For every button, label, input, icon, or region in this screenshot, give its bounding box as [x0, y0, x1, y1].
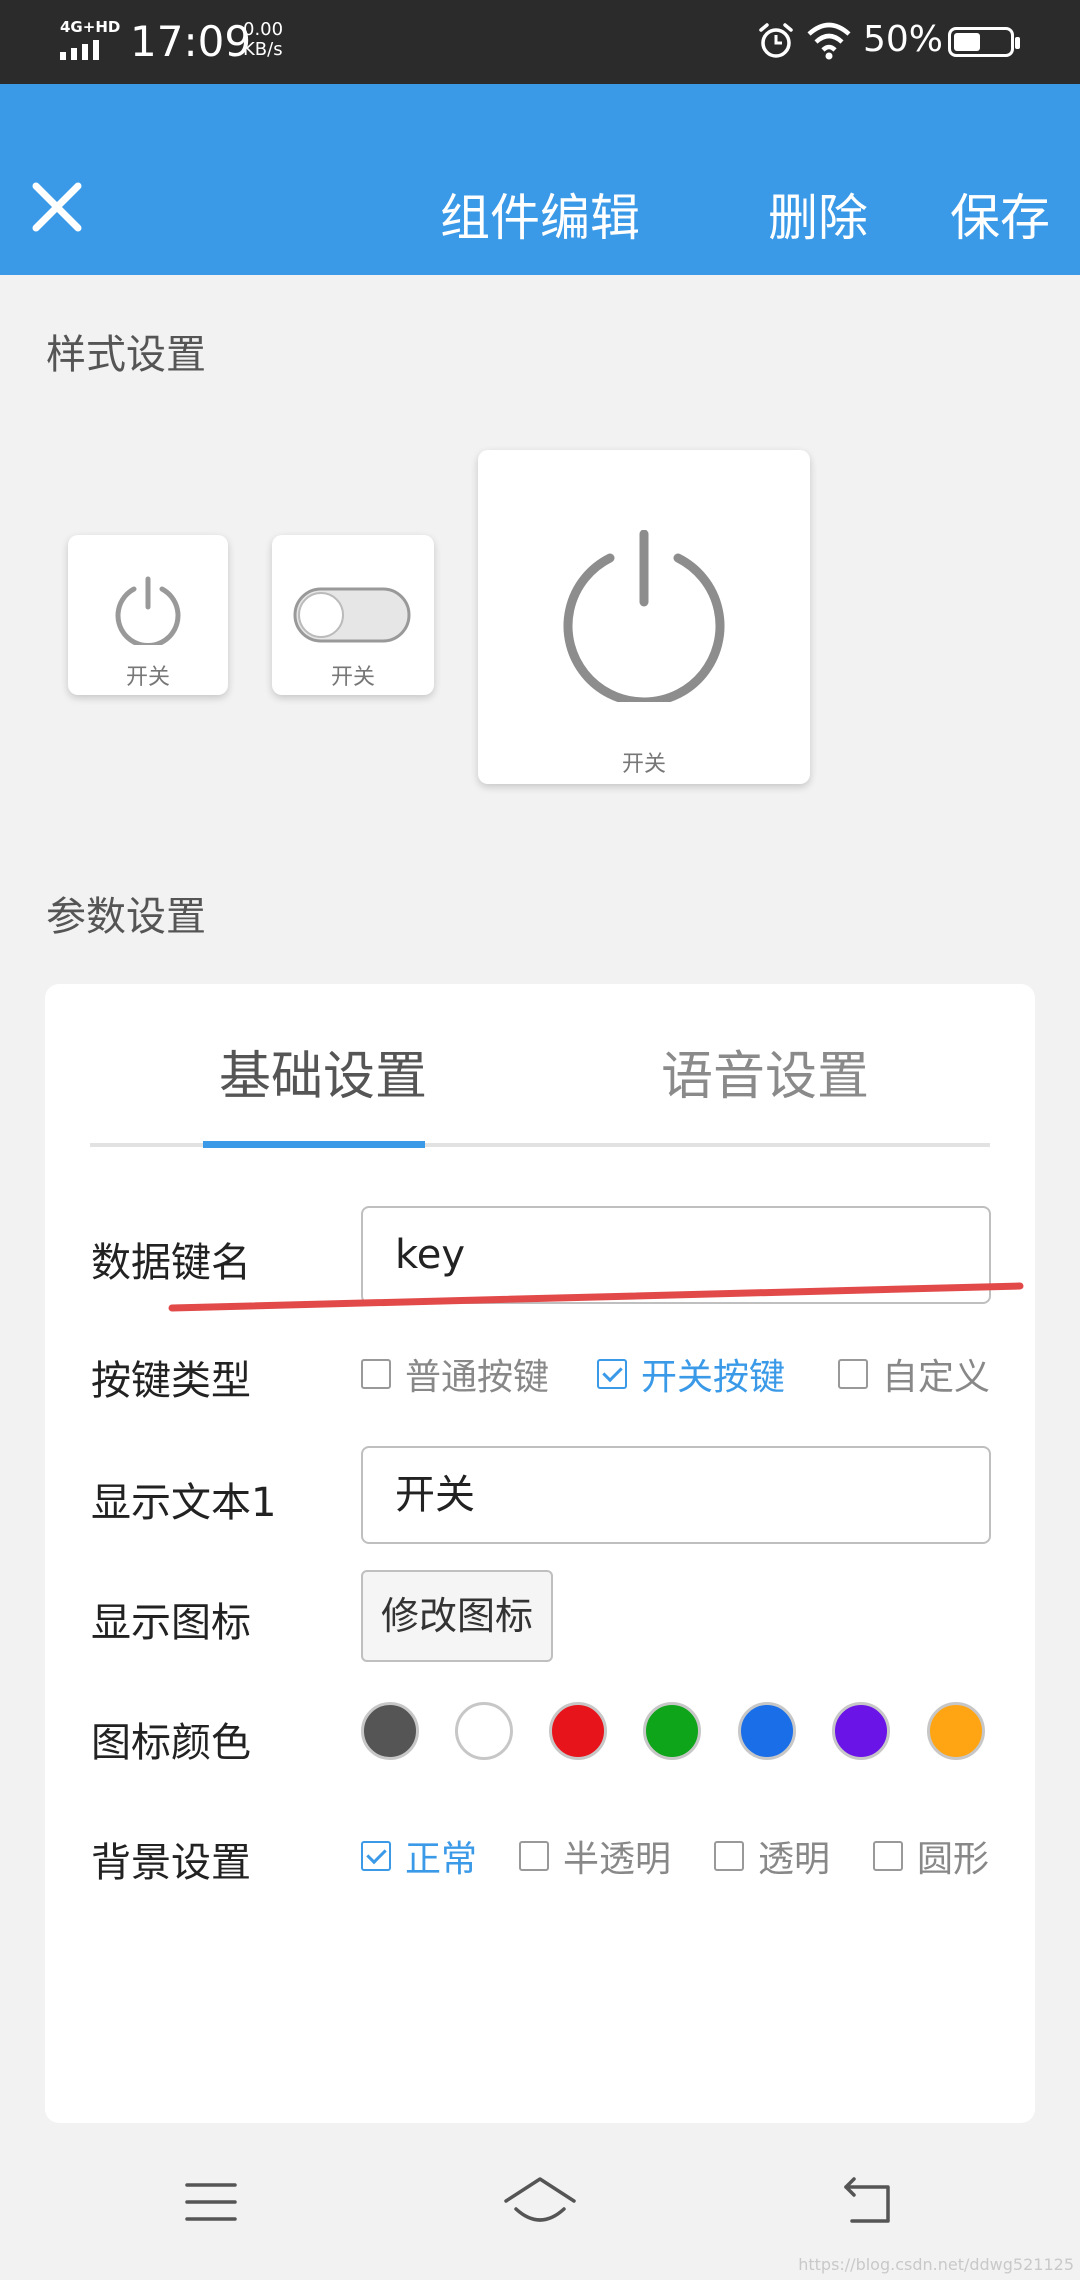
option-label: 正常	[405, 1839, 478, 1880]
color-swatch-white[interactable]	[455, 1702, 513, 1760]
option-label: 开关按键	[641, 1357, 786, 1398]
power-icon	[563, 530, 725, 702]
checkbox[interactable]	[714, 1841, 744, 1871]
style-option-caption: 开关	[330, 665, 375, 690]
network-speed: 0.00 KB/s	[243, 20, 283, 60]
color-swatch-blue[interactable]	[738, 1702, 796, 1760]
key-type-custom[interactable]: 自定义	[838, 1348, 990, 1400]
active-tab-indicator	[203, 1141, 425, 1148]
color-swatch-purple[interactable]	[832, 1702, 890, 1760]
param-panel: 基础设置 语音设置 数据键名 key 按键类型 普通按键 开关按键 自定义 显示…	[45, 984, 1035, 2123]
app-bar: 组件编辑 删除 保存	[0, 84, 1080, 275]
toggle-switch-icon	[293, 587, 411, 643]
display-text-input[interactable]: 开关	[361, 1446, 991, 1544]
style-option-toggle[interactable]: 开关	[272, 535, 434, 695]
option-label: 透明	[758, 1839, 831, 1880]
delete-button[interactable]: 删除	[768, 178, 868, 250]
style-option-caption: 开关	[621, 752, 666, 777]
tab-voice-settings[interactable]: 语音设置	[661, 1034, 869, 1109]
checkbox[interactable]	[873, 1841, 903, 1871]
background-circle[interactable]: 圆形	[873, 1830, 989, 1882]
checkbox-checked[interactable]	[597, 1359, 627, 1389]
status-bar: 4G+HD 17:09 0.00 KB/s 50%	[0, 0, 1080, 84]
tab-basic-settings[interactable]: 基础设置	[219, 1034, 427, 1109]
signal-icon: 4G+HD	[58, 18, 121, 62]
network-type: 4G+HD	[60, 18, 121, 36]
param-section-title: 参数设置	[46, 894, 206, 940]
option-label: 半透明	[563, 1839, 672, 1880]
option-label: 圆形	[917, 1839, 990, 1880]
color-swatch-red[interactable]	[549, 1702, 607, 1760]
style-option-caption: 开关	[125, 665, 170, 690]
speed-unit: KB/s	[243, 39, 283, 60]
wifi-icon	[807, 22, 851, 60]
background-translucent[interactable]: 半透明	[519, 1830, 671, 1882]
save-button[interactable]: 保存	[950, 178, 1050, 250]
background-normal[interactable]: 正常	[361, 1830, 477, 1882]
key-type-normal[interactable]: 普通按键	[361, 1348, 549, 1400]
alarm-icon	[759, 23, 793, 58]
navigation-bar: https://blog.csdn.net/ddwg521125	[0, 2145, 1080, 2280]
background-label: 背景设置	[91, 1840, 251, 1886]
checkbox-checked[interactable]	[361, 1841, 391, 1871]
speed-value: 0.00	[243, 19, 284, 40]
display-icon-label: 显示图标	[91, 1600, 251, 1646]
page-title: 组件编辑	[440, 189, 640, 247]
icon-color-label: 图标颜色	[91, 1720, 251, 1766]
checkbox[interactable]	[838, 1359, 868, 1389]
checkbox[interactable]	[519, 1841, 549, 1871]
data-key-input[interactable]: key	[361, 1206, 991, 1304]
home-icon[interactable]	[502, 2175, 578, 2233]
key-type-label: 按键类型	[91, 1358, 251, 1404]
color-swatch-orange[interactable]	[927, 1702, 985, 1760]
color-swatch-green[interactable]	[643, 1702, 701, 1760]
checkbox[interactable]	[361, 1359, 391, 1389]
option-label: 自定义	[882, 1357, 991, 1398]
key-type-switch[interactable]: 开关按键	[597, 1348, 785, 1400]
display-text-label: 显示文本1	[91, 1480, 277, 1526]
battery-icon	[948, 27, 1020, 57]
option-label: 普通按键	[405, 1357, 550, 1398]
battery-percent: 50%	[863, 19, 944, 60]
style-section-title: 样式设置	[46, 332, 206, 378]
background-transparent[interactable]: 透明	[714, 1830, 830, 1882]
clock: 17:09	[130, 17, 252, 66]
style-option-power[interactable]: 开关	[68, 535, 228, 695]
style-option-power-large[interactable]: 开关	[478, 450, 810, 784]
back-icon[interactable]	[840, 2175, 896, 2229]
watermark: https://blog.csdn.net/ddwg521125	[798, 2255, 1074, 2274]
data-key-label: 数据键名	[91, 1240, 251, 1286]
change-icon-button[interactable]: 修改图标	[361, 1570, 553, 1662]
power-icon	[115, 576, 181, 645]
color-swatch-gray[interactable]	[361, 1702, 419, 1760]
menu-icon[interactable]	[184, 2175, 238, 2229]
close-icon[interactable]	[30, 180, 84, 234]
